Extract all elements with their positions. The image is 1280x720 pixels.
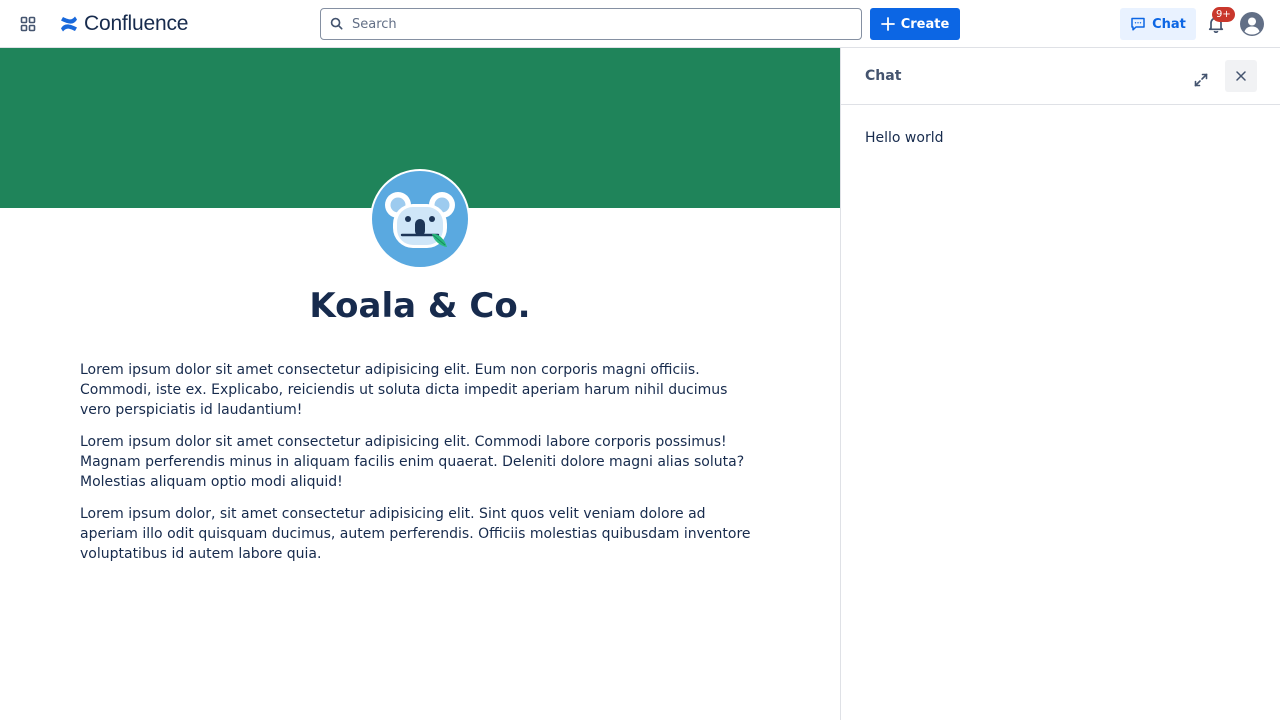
plus-icon — [880, 17, 895, 31]
chat-panel: Chat Hello world — [840, 48, 1280, 720]
user-avatar-icon — [1240, 12, 1264, 36]
expand-button[interactable] — [1185, 64, 1217, 96]
chat-message: Hello world — [865, 130, 944, 146]
search-input[interactable] — [352, 10, 861, 38]
chat-bubble-icon — [1130, 16, 1146, 32]
search-icon — [330, 17, 344, 31]
koala-avatar — [370, 169, 470, 269]
content-paragraph: Lorem ipsum dolor sit amet consectetur a… — [80, 434, 745, 490]
chat-panel-title: Chat — [865, 68, 902, 84]
content-paragraph: Lorem ipsum dolor sit amet consectetur a… — [80, 362, 728, 418]
chat-button[interactable]: Chat — [1120, 8, 1196, 40]
page-title: Koala & Co. — [309, 286, 531, 326]
search-box[interactable] — [320, 8, 862, 40]
create-button[interactable]: Create — [870, 8, 960, 40]
page-content: Lorem ipsum dolor sit amet consectetur a… — [80, 360, 760, 576]
create-button-label: Create — [900, 16, 950, 32]
content-paragraph: Lorem ipsum dolor, sit amet consectetur … — [80, 506, 751, 562]
confluence-logo[interactable]: Confluence — [60, 11, 188, 37]
chat-button-label: Chat — [1152, 16, 1186, 32]
app-switcher-icon[interactable] — [16, 12, 40, 36]
confluence-logo-icon — [61, 16, 77, 32]
logo-text: Confluence — [84, 12, 189, 35]
profile-button[interactable] — [1240, 12, 1264, 36]
close-button[interactable] — [1225, 60, 1257, 92]
chat-panel-header: Chat — [841, 48, 1280, 105]
expand-icon — [1194, 73, 1208, 87]
top-navigation: Confluence Create Chat — [0, 0, 1280, 48]
notification-badge: 9+ — [1212, 7, 1235, 22]
close-icon — [1236, 71, 1246, 81]
